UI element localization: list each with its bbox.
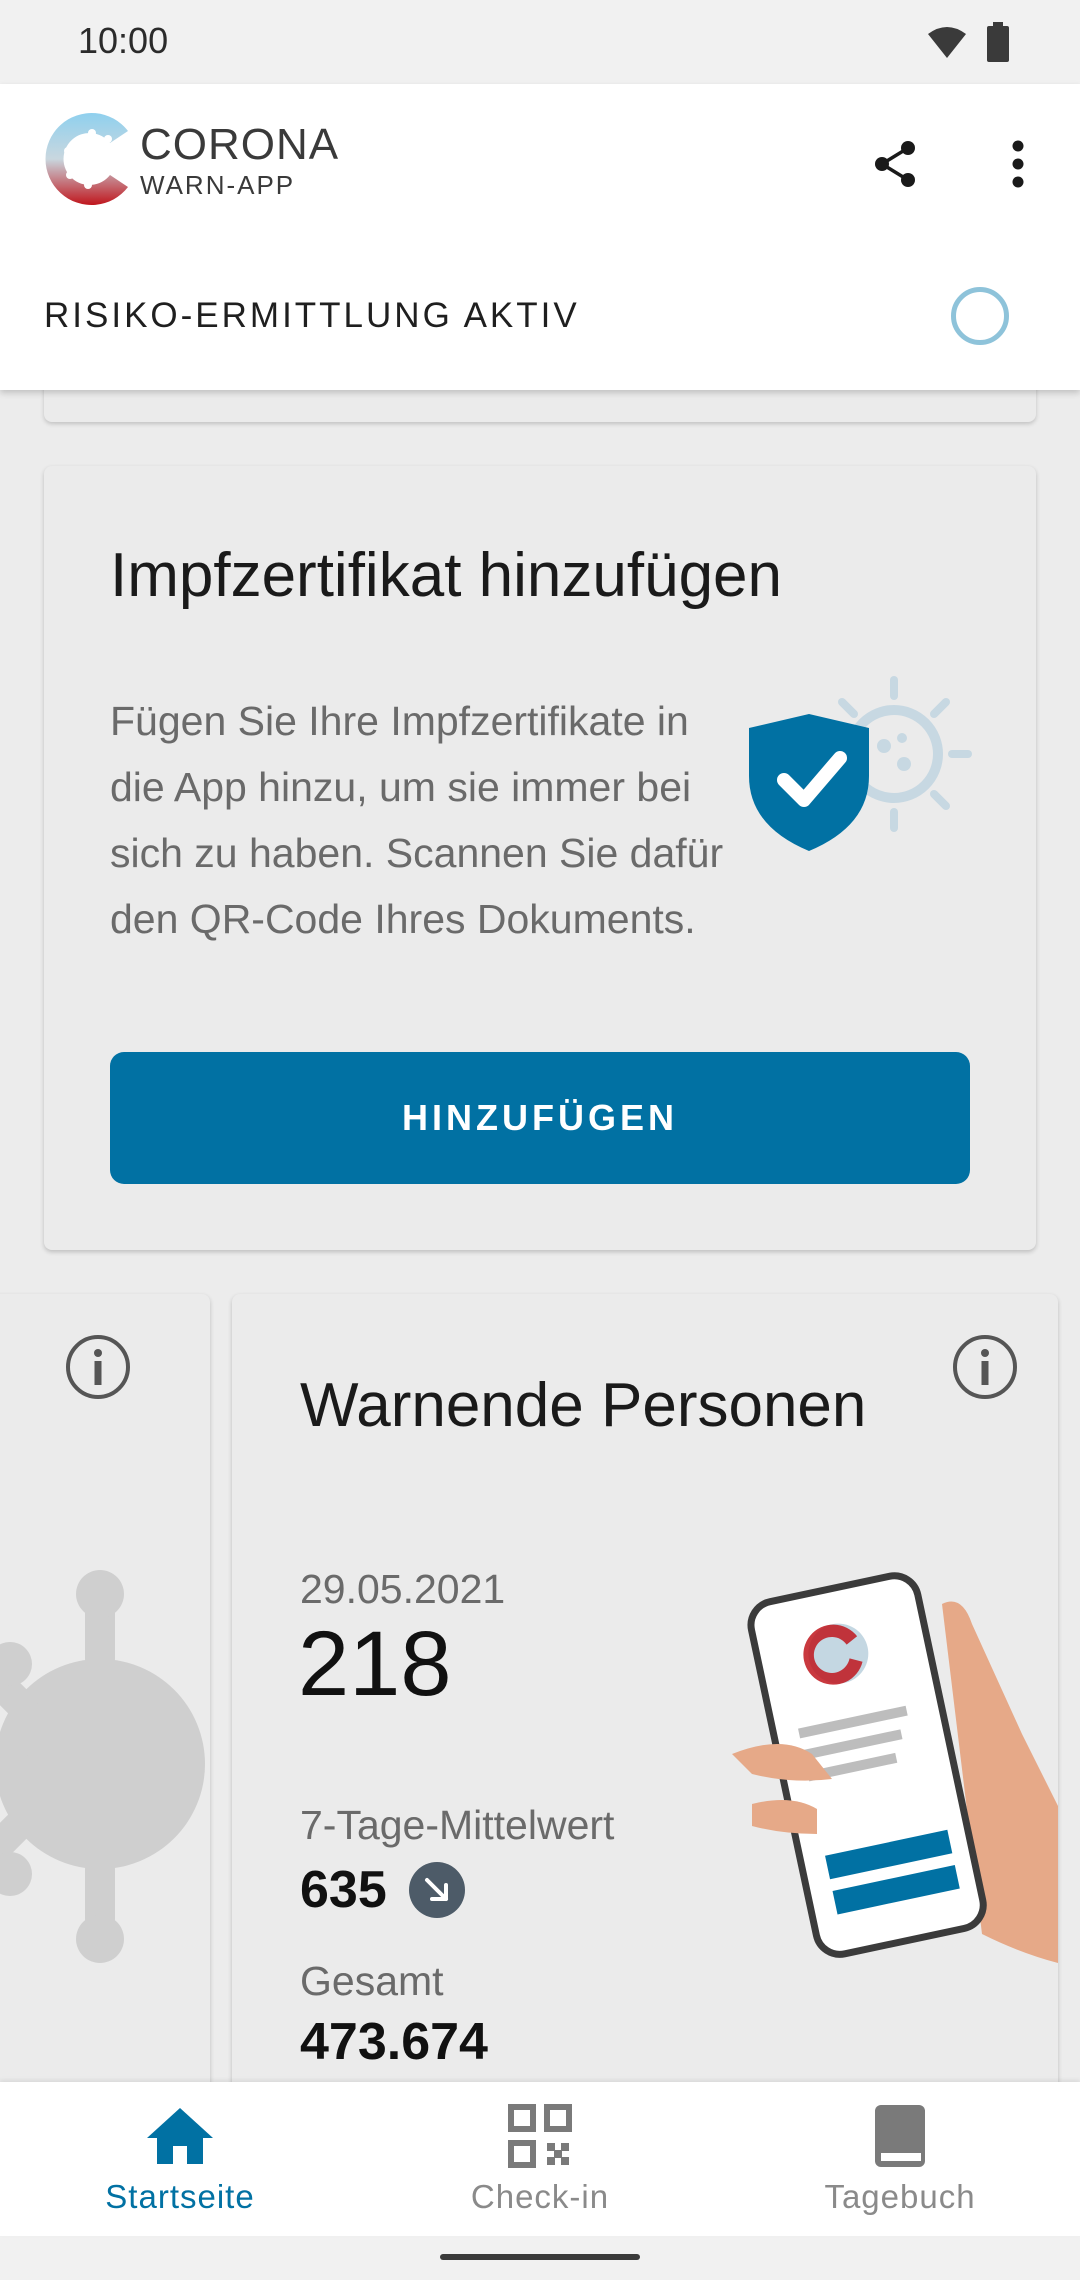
qr-code-icon <box>504 2102 576 2170</box>
nav-label: Tagebuch <box>824 2178 976 2215</box>
logo-text-corona: CORONA <box>140 120 340 169</box>
virus-illustration <box>0 1570 205 1963</box>
phone-in-hand-illustration <box>732 1572 1058 1963</box>
vaccination-certificate-card[interactable]: Impfzertifikat hinzufügen Fügen Sie Ihre… <box>44 466 1036 1250</box>
status-bar: 10:00 <box>0 0 1080 84</box>
info-button[interactable] <box>65 1334 131 1400</box>
card-description: Fügen Sie Ihre Impfzertifikate in die Ap… <box>110 698 724 942</box>
warning-persons-card[interactable]: Warnende Personen 29.05.2021 218 7-Tage-… <box>232 1294 1058 2094</box>
seven-day-average-value: 635 <box>300 1861 387 1919</box>
info-icon <box>66 1335 130 1399</box>
total-value: 473.674 <box>300 2013 488 2071</box>
trend-down-icon <box>408 1862 465 1918</box>
nav-label: Check-in <box>470 2178 610 2215</box>
corona-warn-app-logo <box>45 112 129 205</box>
card-title: Impfzertifikat hinzufügen <box>110 541 783 610</box>
more-vert-icon <box>1012 140 1024 188</box>
share-icon <box>875 141 915 187</box>
overflow-menu-button[interactable] <box>990 136 1046 192</box>
status-icons <box>926 22 1010 62</box>
home-icon <box>144 2102 216 2170</box>
add-certificate-button[interactable]: HINZUFÜGEN <box>110 1052 970 1184</box>
gesture-navigation-area <box>0 2236 1080 2280</box>
nav-item-tagebuch[interactable]: Tagebuch <box>720 2082 1080 2236</box>
book-icon <box>864 2102 936 2170</box>
certificate-shield-illustration <box>749 676 972 851</box>
previous-statistics-card[interactable] <box>0 1294 210 2094</box>
bottom-navigation: Startseite Check-in Tagebuch <box>0 2082 1080 2236</box>
battery-icon <box>987 22 1009 62</box>
status-time: 10:00 <box>78 20 169 61</box>
card-title: Warnende Personen <box>300 1371 867 1440</box>
nav-label: Startseite <box>105 2178 255 2215</box>
nav-item-startseite[interactable]: Startseite <box>0 2082 360 2236</box>
info-button[interactable] <box>952 1334 1018 1400</box>
stat-date: 29.05.2021 <box>300 1566 506 1612</box>
nav-item-check-in[interactable]: Check-in <box>360 2082 720 2236</box>
logo-text-warn-app: WARN-APP <box>140 170 296 200</box>
app-header: CORONA WARN-APP RISIKO-ERMITTLUNG AKTIV <box>0 84 1080 390</box>
stat-value: 218 <box>298 1613 452 1715</box>
seven-day-average-row: 635 <box>300 1860 465 1920</box>
risk-detection-status: RISIKO-ERMITTLUNG AKTIV <box>44 296 580 335</box>
info-icon <box>953 1335 1017 1399</box>
risk-progress-indicator <box>951 287 1009 345</box>
share-button[interactable] <box>868 136 924 192</box>
wifi-icon <box>928 27 966 58</box>
total-label: Gesamt <box>300 1958 444 2004</box>
seven-day-average-label: 7-Tage-Mittelwert <box>300 1802 615 1848</box>
gesture-handle[interactable] <box>440 2254 640 2260</box>
